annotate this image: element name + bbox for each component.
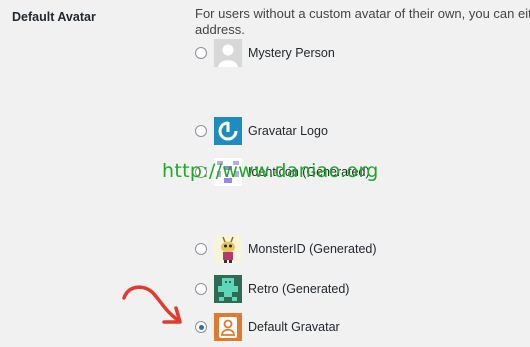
avatar-option-default-gravatar[interactable]: Default Gravatar: [195, 312, 340, 342]
description-line-1: For users without a custom avatar of the…: [195, 6, 530, 21]
monsterid-icon: [214, 235, 242, 263]
option-label: Retro (Generated): [248, 282, 350, 296]
radio-mystery-person[interactable]: [195, 47, 207, 59]
default-avatar-description: For users without a custom avatar of the…: [195, 6, 530, 38]
avatar-option-gravatar-logo[interactable]: Gravatar Logo: [195, 116, 328, 146]
description-line-2: address.: [195, 22, 245, 37]
avatar-option-mystery-person[interactable]: Mystery Person: [195, 38, 335, 68]
option-label: Default Gravatar: [248, 320, 340, 334]
retro-icon: [214, 275, 242, 303]
radio-gravatar-logo[interactable]: [195, 125, 207, 137]
option-label: Gravatar Logo: [248, 124, 328, 138]
mystery-person-icon: [214, 39, 242, 67]
annotation-arrow-icon: [122, 285, 182, 324]
radio-monsterid[interactable]: [195, 243, 207, 255]
avatar-option-monsterid[interactable]: MonsterID (Generated): [195, 234, 377, 264]
settings-label: Default Avatar: [12, 10, 96, 24]
default-gravatar-icon: [214, 313, 242, 341]
avatar-option-retro[interactable]: Retro (Generated): [195, 274, 349, 304]
option-label: MonsterID (Generated): [248, 242, 377, 256]
watermark-text: http://www.daniao.org: [162, 160, 379, 182]
option-label: Mystery Person: [248, 46, 335, 60]
gravatar-logo-icon: [214, 117, 242, 145]
